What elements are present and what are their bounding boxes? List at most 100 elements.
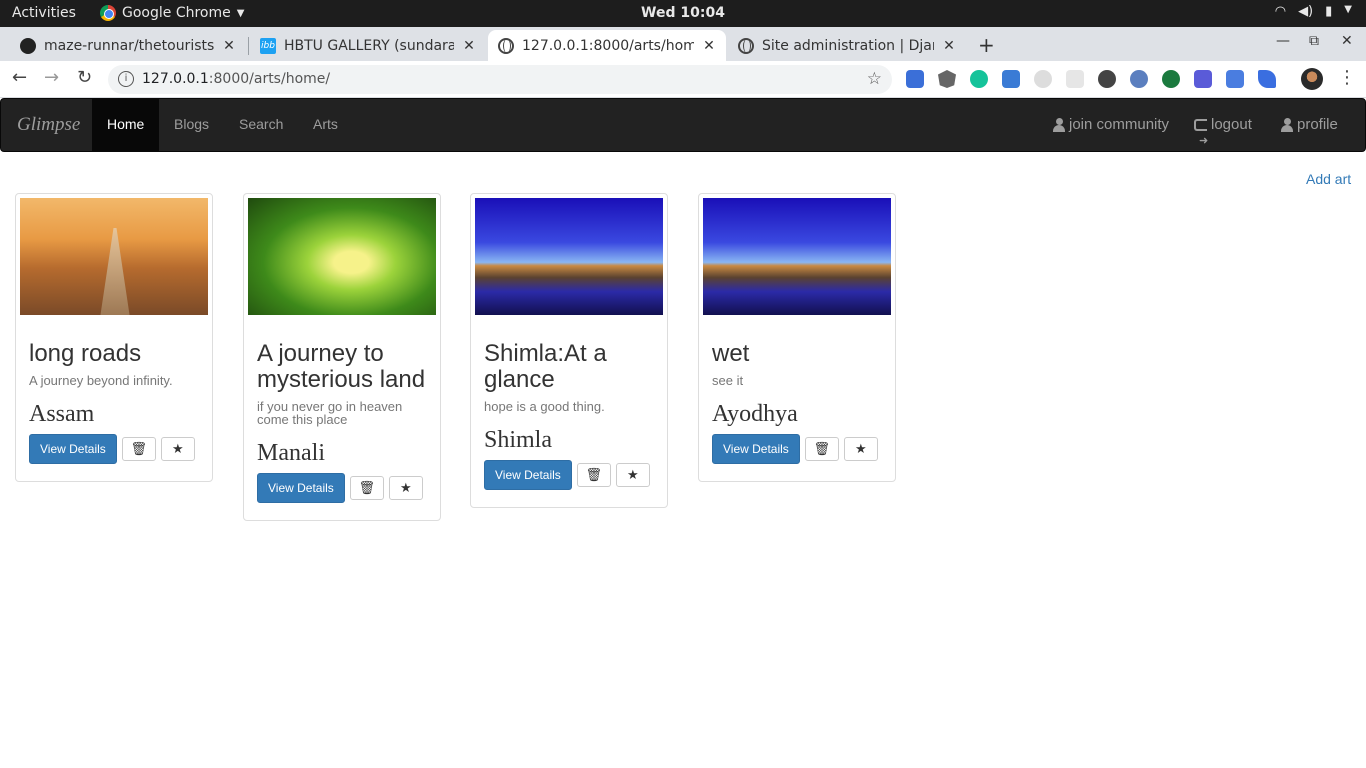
globe-icon — [498, 37, 514, 54]
card-place: Assam — [29, 401, 95, 427]
close-icon[interactable]: ✕ — [462, 38, 476, 54]
card-title: long roads — [29, 340, 142, 367]
back-icon[interactable]: ← — [12, 67, 27, 88]
menu-kebab-icon[interactable]: ⋮ — [1338, 67, 1356, 88]
extension-icon[interactable] — [1258, 70, 1276, 88]
close-icon[interactable]: ✕ — [942, 38, 956, 54]
favorite-button[interactable]: ★ — [388, 476, 423, 500]
card-description: A journey beyond infinity. — [29, 373, 173, 388]
favorite-button[interactable]: ★ — [615, 463, 650, 487]
close-icon[interactable]: ✕ — [702, 38, 716, 54]
card-title: Shimla:At a glance — [484, 340, 607, 393]
wifi-icon[interactable]: ◠ — [1275, 4, 1286, 19]
timer-extension-icon[interactable] — [1034, 70, 1052, 88]
extension-icon[interactable] — [1162, 70, 1180, 88]
trash-icon: 🗑 — [813, 441, 831, 456]
view-details-button[interactable]: View Details — [712, 434, 800, 464]
reload-icon[interactable]: ↻ — [77, 67, 92, 88]
card-actions: View Details 🗑 ★ — [484, 460, 654, 490]
card-place: Manali — [257, 440, 325, 466]
tab-title: 127.0.0.1:8000/arts/home — [522, 37, 694, 54]
profile-avatar[interactable] — [1301, 68, 1323, 90]
nav-blogs[interactable]: Blogs — [159, 99, 224, 151]
close-window-button[interactable]: ✕ — [1341, 33, 1353, 49]
nav-search[interactable]: Search — [224, 99, 298, 151]
shield-extension-icon[interactable] — [906, 70, 924, 88]
volume-icon[interactable]: ◀) — [1298, 4, 1313, 19]
star-icon: ★ — [854, 441, 867, 456]
card-actions: View Details 🗑 ★ — [257, 473, 427, 503]
logout-link[interactable]: logout — [1194, 99, 1252, 166]
art-card: A journey to mysterious land if you neve… — [243, 193, 441, 521]
profile-link[interactable]: profile — [1281, 99, 1338, 151]
extensions-bar — [906, 70, 1276, 88]
user-icon — [1281, 118, 1293, 132]
extension-icon[interactable] — [1002, 70, 1020, 88]
card-description: hope is a good thing. — [484, 399, 605, 414]
battery-icon[interactable]: ▮ — [1325, 4, 1332, 19]
new-tab-button[interactable]: + — [978, 33, 995, 57]
logout-icon — [1194, 116, 1208, 166]
extension-icon[interactable] — [1130, 70, 1148, 88]
maximize-button[interactable]: ⧉ — [1309, 33, 1319, 49]
art-card: Shimla:At a glance hope is a good thing.… — [470, 193, 668, 508]
tab-title: Site administration | Djan — [762, 37, 934, 54]
card-place: Shimla — [484, 427, 553, 453]
join-community-link[interactable]: join community — [1053, 99, 1169, 151]
road-photo[interactable] — [20, 198, 208, 315]
tab-site-admin[interactable]: Site administration | Djan ✕ — [728, 30, 966, 61]
trash-icon: 🗑 — [585, 467, 603, 482]
tab-divider — [248, 37, 249, 55]
delete-button[interactable]: 🗑 — [121, 437, 156, 461]
tab-github[interactable]: maze-runnar/thetourists ✕ — [10, 30, 246, 61]
star-icon: ★ — [171, 441, 184, 456]
system-tray[interactable]: ◠ ◀) ▮ ▼ — [1275, 4, 1352, 19]
beach-photo[interactable] — [475, 198, 663, 315]
nav-arts[interactable]: Arts — [298, 99, 353, 151]
view-details-button[interactable]: View Details — [484, 460, 572, 490]
card-caption: long roads A journey beyond infinity. As… — [20, 315, 208, 477]
delete-button[interactable]: 🗑 — [349, 476, 384, 500]
tab-strip: maze-runnar/thetourists ✕ ibb HBTU GALLE… — [0, 27, 1366, 61]
card-title: wet — [712, 340, 750, 367]
clock[interactable]: Wed 10:04 — [0, 5, 1366, 21]
card-description: if you never go in heaven come this plac… — [257, 399, 403, 427]
nav-home[interactable]: Home — [92, 99, 160, 151]
info-icon[interactable]: i — [118, 71, 134, 87]
google-extension-icon[interactable] — [1226, 70, 1244, 88]
brand-link[interactable]: Glimpse — [17, 114, 80, 136]
view-details-button[interactable]: View Details — [257, 473, 345, 503]
card-actions: View Details 🗑 ★ — [29, 434, 199, 464]
forest-photo[interactable] — [248, 198, 436, 315]
tab-hbtu-gallery[interactable]: ibb HBTU GALLERY (sundaram ✕ — [250, 30, 486, 61]
angular-extension-icon[interactable] — [938, 70, 956, 88]
extension-icon[interactable] — [1098, 70, 1116, 88]
delete-button[interactable]: 🗑 — [576, 463, 611, 487]
add-art-link[interactable]: Add art — [1306, 171, 1351, 187]
card-caption: A journey to mysterious land if you neve… — [248, 315, 436, 516]
minimize-button[interactable]: — — [1276, 33, 1290, 49]
card-description: see it — [712, 373, 744, 388]
site-navbar: Glimpse Home Blogs Search Arts join comm… — [0, 98, 1366, 166]
view-details-button[interactable]: View Details — [29, 434, 117, 464]
bookmark-star-icon[interactable]: ☆ — [867, 69, 882, 89]
favorite-button[interactable]: ★ — [843, 437, 878, 461]
extension-icon[interactable] — [1066, 70, 1084, 88]
tab-title: maze-runnar/thetourists — [44, 37, 214, 54]
delete-button[interactable]: 🗑 — [804, 437, 839, 461]
extension-icon[interactable] — [1194, 70, 1212, 88]
url-text[interactable]: 127.0.0.1:8000/arts/home/ — [142, 71, 330, 87]
chevron-down-icon[interactable]: ▼ — [1344, 4, 1352, 19]
tab-title: HBTU GALLERY (sundaram — [284, 37, 454, 54]
beach-photo[interactable] — [703, 198, 891, 315]
address-bar[interactable]: i 127.0.0.1:8000/arts/home/ ☆ — [108, 65, 892, 94]
forward-icon[interactable]: → — [44, 67, 59, 88]
favorite-button[interactable]: ★ — [160, 437, 195, 461]
tab-arts-home[interactable]: 127.0.0.1:8000/arts/home ✕ — [488, 30, 726, 61]
user-icon — [1053, 118, 1065, 132]
close-icon[interactable]: ✕ — [222, 38, 236, 54]
os-top-bar: Activities Google Chrome ▼ Wed 10:04 ◠ ◀… — [0, 0, 1366, 27]
grammarly-extension-icon[interactable] — [970, 70, 988, 88]
card-place: Ayodhya — [712, 401, 798, 427]
browser-toolbar: ← → ↻ i 127.0.0.1:8000/arts/home/ ☆ ⋮ — [0, 61, 1366, 98]
